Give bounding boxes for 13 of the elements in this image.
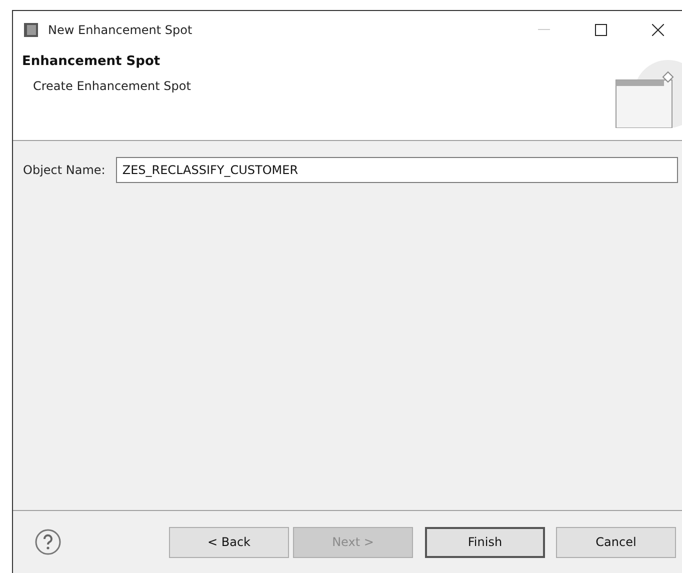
- close-icon: [652, 24, 664, 36]
- object-name-label: Object Name:: [23, 162, 106, 179]
- page-description: Create Enhancement Spot: [32, 79, 191, 93]
- minimize-icon: [538, 28, 550, 30]
- dialog-button[interactable]: < Back: [169, 526, 289, 558]
- object-name-field[interactable]: ZES_RECLASSIFY_CUSTOMER: [116, 157, 678, 183]
- dialog-button[interactable]: Finish: [425, 526, 545, 558]
- app-icon: [23, 22, 39, 38]
- page-title: Enhancement Spot: [22, 54, 162, 69]
- maximize-icon: [595, 24, 607, 36]
- dialog-button[interactable]: Cancel: [556, 526, 676, 558]
- window-title: New Enhancement Spot: [48, 22, 194, 36]
- help-icon[interactable]: [35, 529, 61, 555]
